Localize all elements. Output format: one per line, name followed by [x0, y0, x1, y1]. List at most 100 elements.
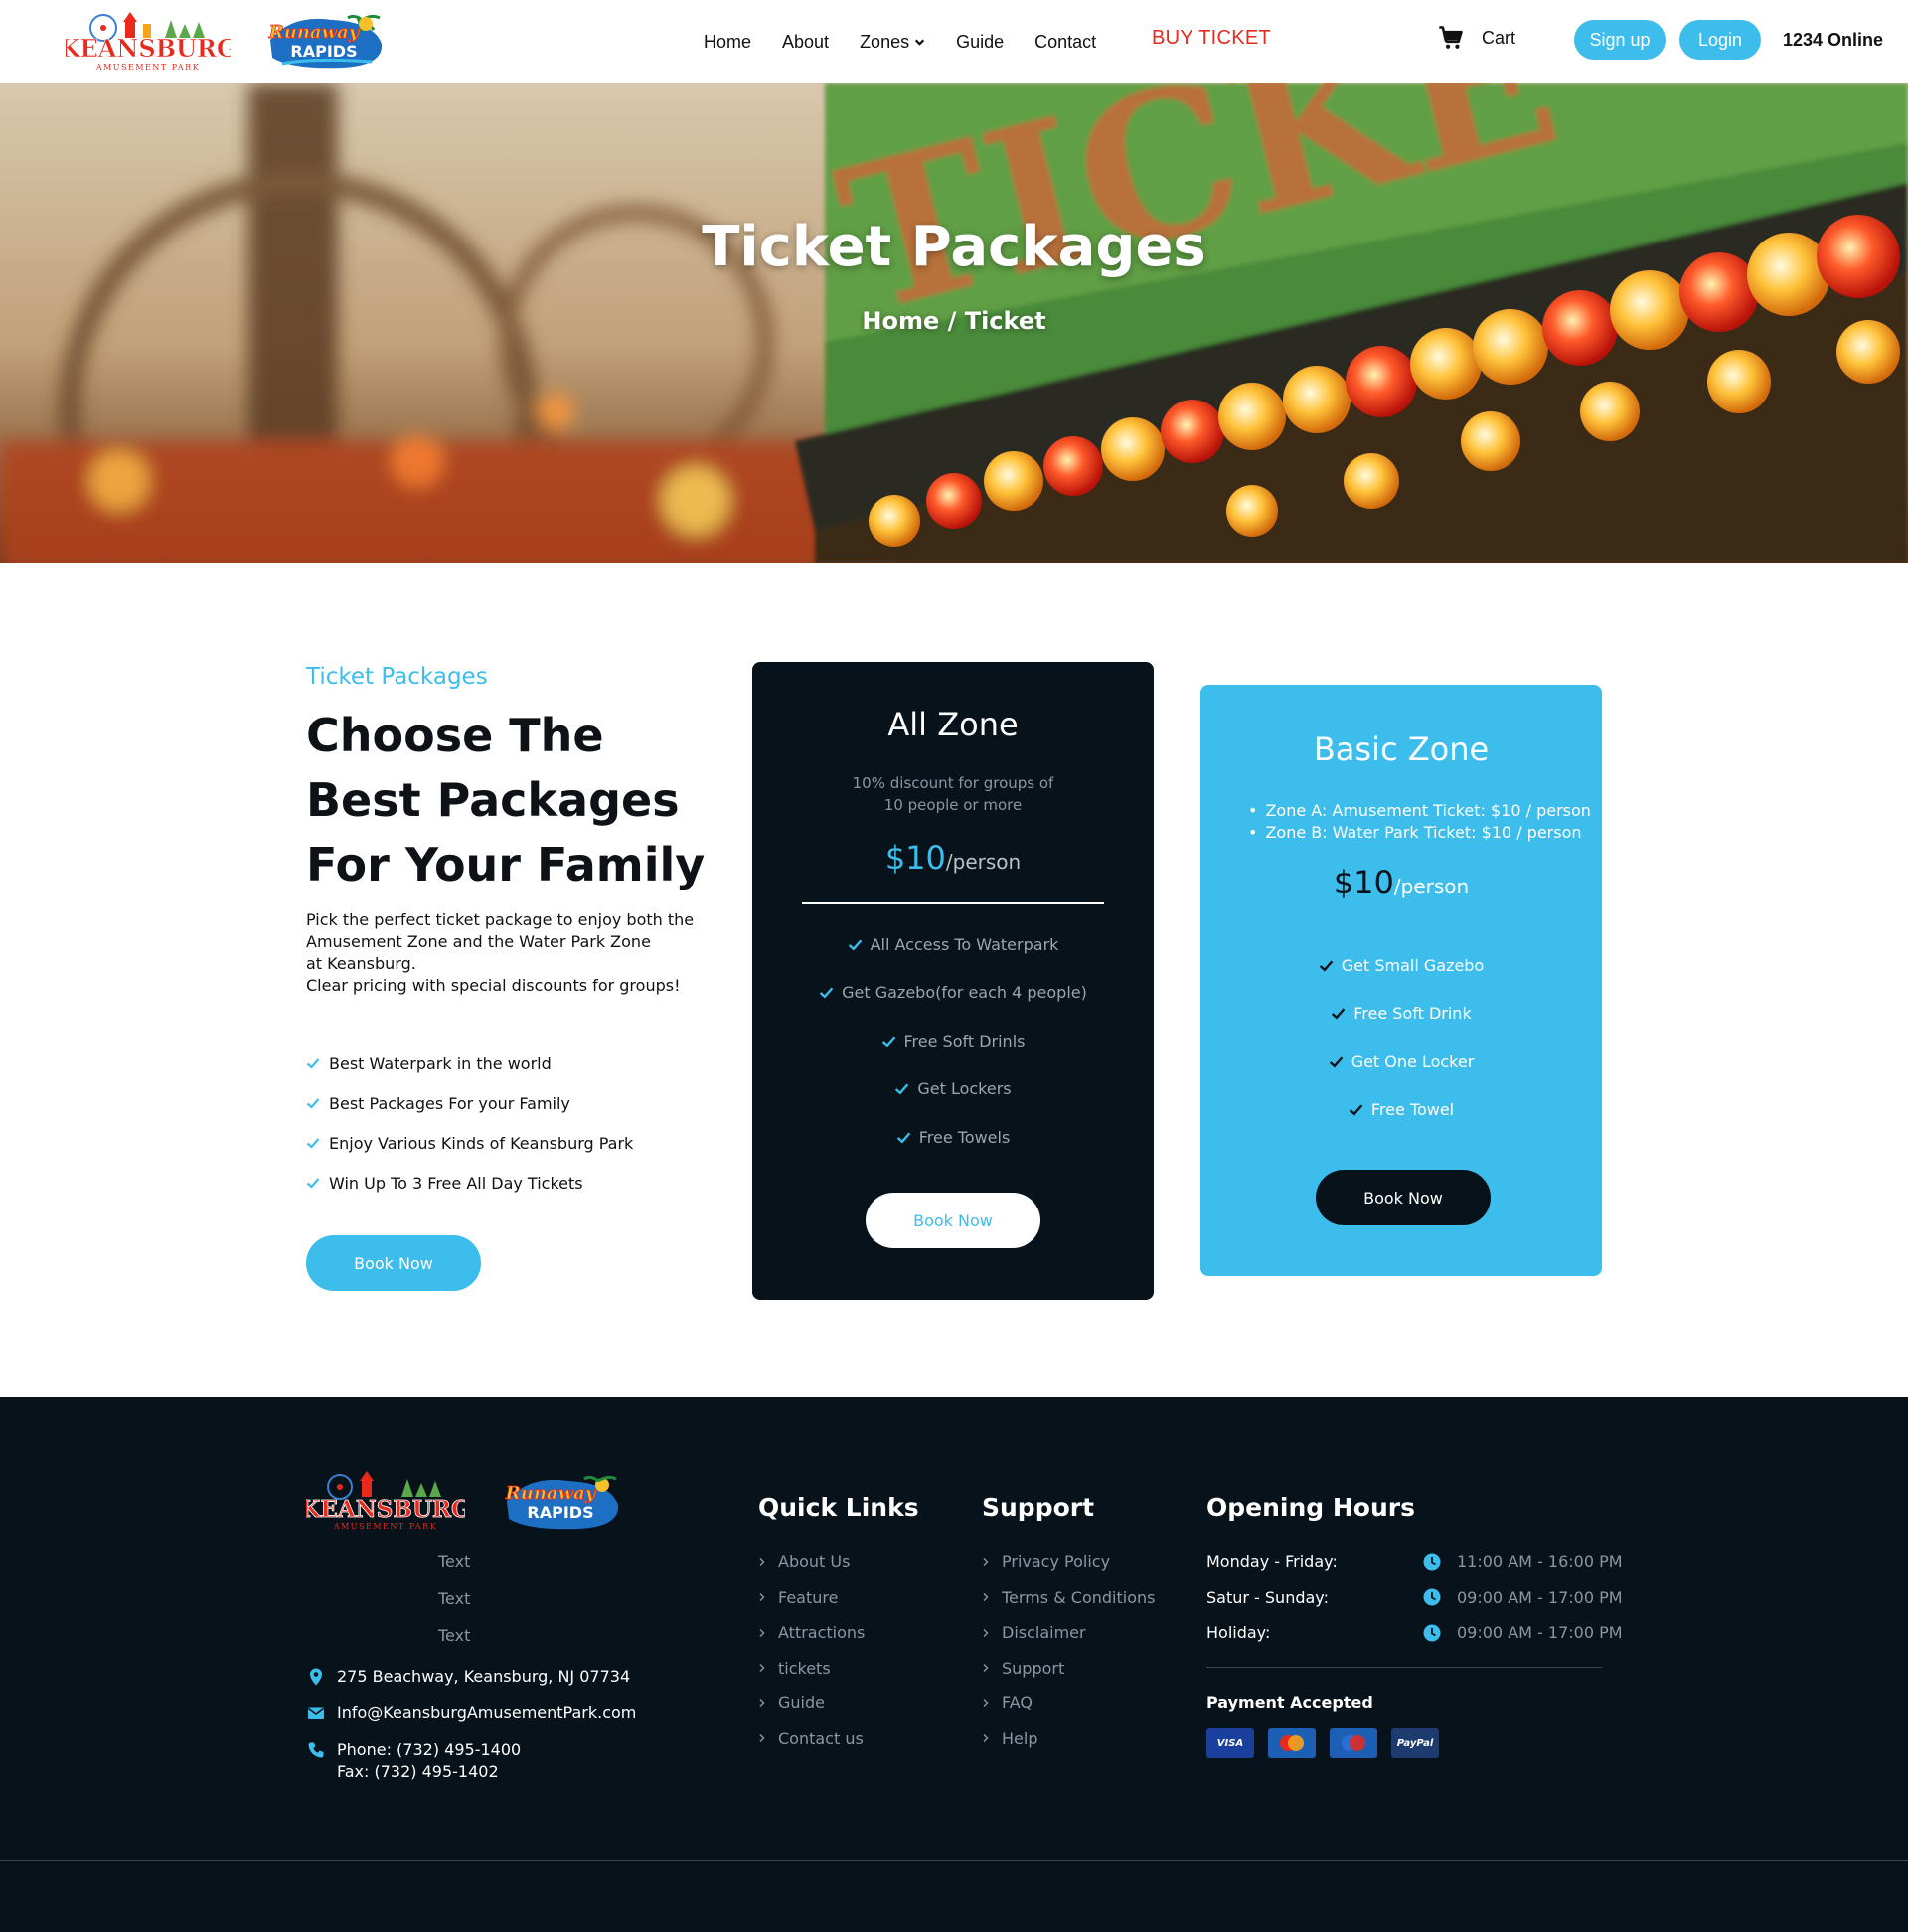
nav-about[interactable]: About [782, 32, 829, 53]
buy-ticket-link[interactable]: BUY TICKET [1152, 27, 1271, 50]
heading-line: Best Packages [306, 773, 680, 827]
book-now-button[interactable]: Book Now [1316, 1170, 1491, 1225]
list-item: Zone A: Amusement Ticket: $10 / person [1244, 800, 1591, 822]
footer-link-help[interactable]: Help [982, 1721, 1155, 1757]
intro-feature-list: Best Waterpark in the world Best Package… [306, 1044, 633, 1203]
nav-zones[interactable]: Zones [860, 32, 925, 53]
packages-intro: Ticket Packages Choose The Best Packages… [306, 664, 705, 997]
footer-link-label: tickets [778, 1658, 831, 1678]
phone-icon [308, 1742, 324, 1758]
check-icon [1319, 960, 1334, 972]
check-icon [306, 1178, 320, 1189]
hours-time: 09:00 AM - 17:00 PM [1457, 1623, 1623, 1643]
envelope-icon [308, 1707, 324, 1719]
phone-fax-text: Phone: (732) 495-1400 Fax: (732) 495-140… [337, 1740, 522, 1781]
list-item: Best Waterpark in the world [306, 1044, 633, 1083]
breadcrumb: Home / Ticket [862, 307, 1046, 335]
footer-link-label: FAQ [1002, 1693, 1033, 1713]
footer-link-privacy[interactable]: Privacy Policy [982, 1544, 1155, 1580]
support-title: Support [982, 1493, 1095, 1522]
clock-icon [1423, 1588, 1441, 1606]
feature-label: Free Towel [1370, 1100, 1455, 1120]
feature-label: Get Gazebo(for each 4 people) [842, 983, 1087, 1003]
footer-link-support[interactable]: Support [982, 1651, 1155, 1687]
main-nav: Home About Zones Guide Contact [704, 0, 1127, 83]
clock-icon [1423, 1624, 1441, 1642]
footer-link-attractions[interactable]: Attractions [758, 1615, 865, 1651]
svg-text:RAPIDS: RAPIDS [527, 1503, 593, 1522]
support-links-list: Privacy Policy Terms & Conditions Discla… [982, 1544, 1155, 1756]
footer-link-about-us[interactable]: About Us [758, 1544, 865, 1580]
footer-link-label: Disclaimer [1002, 1623, 1086, 1643]
chevron-right-icon [983, 1664, 989, 1673]
check-icon [895, 1083, 909, 1095]
list-item: All Access To Waterpark [752, 920, 1154, 969]
site-header: KEANSBURG AMUSEMENT PARK Runaway RAPIDS … [0, 0, 1908, 83]
footer-link-tickets[interactable]: tickets [758, 1651, 865, 1687]
payment-title: Payment Accepted [1206, 1693, 1373, 1712]
runaway-rapids-logo[interactable]: Runaway RAPIDS [499, 1471, 624, 1532]
feature-label: Best Packages For your Family [329, 1093, 570, 1113]
price-amount: $10 [1333, 864, 1394, 901]
map-pin-icon [310, 1668, 322, 1686]
footer-link-contact-us[interactable]: Contact us [758, 1721, 865, 1757]
signup-button[interactable]: Sign up [1574, 20, 1666, 60]
feature-label: Get Small Gazebo [1341, 955, 1485, 975]
list-item: Win Up To 3 Free All Day Tickets [306, 1163, 633, 1203]
card-feature-list: Get Small Gazebo Free Soft Drink Get One… [1200, 941, 1602, 1134]
card-title: Basic Zone [1313, 730, 1490, 768]
maestro-icon [1330, 1728, 1377, 1758]
footer-link-feature[interactable]: Feature [758, 1580, 865, 1616]
runaway-rapids-logo[interactable]: Runaway RAPIDS [262, 10, 388, 72]
list-item: Get One Locker [1200, 1038, 1602, 1086]
site-footer: KEANSBURG AMUSEMENT PARK Runaway RAPIDS … [0, 1397, 1908, 1932]
svg-text:Runaway: Runaway [268, 22, 361, 43]
online-count: 1234 Online [1783, 30, 1884, 50]
email-link[interactable]: Info@KeansburgAmusementPark.com [337, 1702, 636, 1724]
check-icon [819, 987, 834, 999]
email-item[interactable]: Info@KeansburgAmusementPark.com [306, 1702, 636, 1724]
list-item: Free Soft Drinls [752, 1017, 1154, 1065]
hours-row: Satur - Sunday: 09:00 AM - 17:00 PM [1206, 1580, 1623, 1616]
card-price: $10/person [752, 839, 1154, 877]
list-item: Text [438, 1552, 471, 1571]
check-icon [1349, 1104, 1363, 1116]
price-unit: /person [945, 850, 1022, 874]
hero-banner: TICKE Ticket Packages Home / Ticket [0, 83, 1908, 564]
footer-link-terms[interactable]: Terms & Conditions [982, 1580, 1155, 1616]
list-item: Text [438, 1589, 471, 1608]
footer-link-disclaimer[interactable]: Disclaimer [982, 1615, 1155, 1651]
login-button[interactable]: Login [1679, 20, 1761, 60]
hours-day: Holiday: [1206, 1623, 1271, 1643]
nav-zones-label: Zones [860, 31, 910, 52]
chevron-right-icon [759, 1664, 765, 1673]
all-zone-card: All Zone 10% discount for groups of 10 p… [752, 662, 1154, 1300]
list-item: Zone B: Water Park Ticket: $10 / person [1244, 822, 1591, 844]
footer-link-label: Guide [778, 1693, 825, 1713]
nav-home[interactable]: Home [704, 32, 751, 53]
keansburg-logo[interactable]: KEANSBURG AMUSEMENT PARK [306, 1471, 465, 1532]
svg-text:AMUSEMENT PARK: AMUSEMENT PARK [95, 63, 200, 72]
clock-icon [1423, 1553, 1441, 1571]
footer-link-guide[interactable]: Guide [758, 1686, 865, 1721]
quick-links-title: Quick Links [758, 1493, 919, 1522]
feature-label: Best Waterpark in the world [329, 1053, 552, 1073]
footer-link-faq[interactable]: FAQ [982, 1686, 1155, 1721]
hours-day: Monday - Friday: [1206, 1552, 1338, 1572]
cart-link[interactable]: Cart [1437, 24, 1515, 52]
nav-contact[interactable]: Contact [1034, 32, 1096, 53]
keansburg-logo[interactable]: KEANSBURG AMUSEMENT PARK [66, 10, 231, 74]
footer-link-label: Support [1002, 1658, 1065, 1678]
list-item: Free Soft Drink [1200, 990, 1602, 1039]
chevron-right-icon [759, 1593, 765, 1602]
nav-guide[interactable]: Guide [956, 32, 1004, 53]
feature-label: Free Soft Drinls [903, 1031, 1026, 1050]
book-now-button[interactable]: Book Now [306, 1235, 481, 1291]
footer-link-label: About Us [778, 1552, 851, 1572]
check-icon [848, 939, 862, 951]
feature-label: Win Up To 3 Free All Day Tickets [329, 1173, 583, 1193]
cart-label: Cart [1482, 27, 1516, 48]
book-now-button[interactable]: Book Now [866, 1193, 1040, 1248]
svg-text:RAPIDS: RAPIDS [290, 42, 357, 61]
basic-zone-card: Basic Zone Zone A: Amusement Ticket: $10… [1200, 685, 1602, 1276]
